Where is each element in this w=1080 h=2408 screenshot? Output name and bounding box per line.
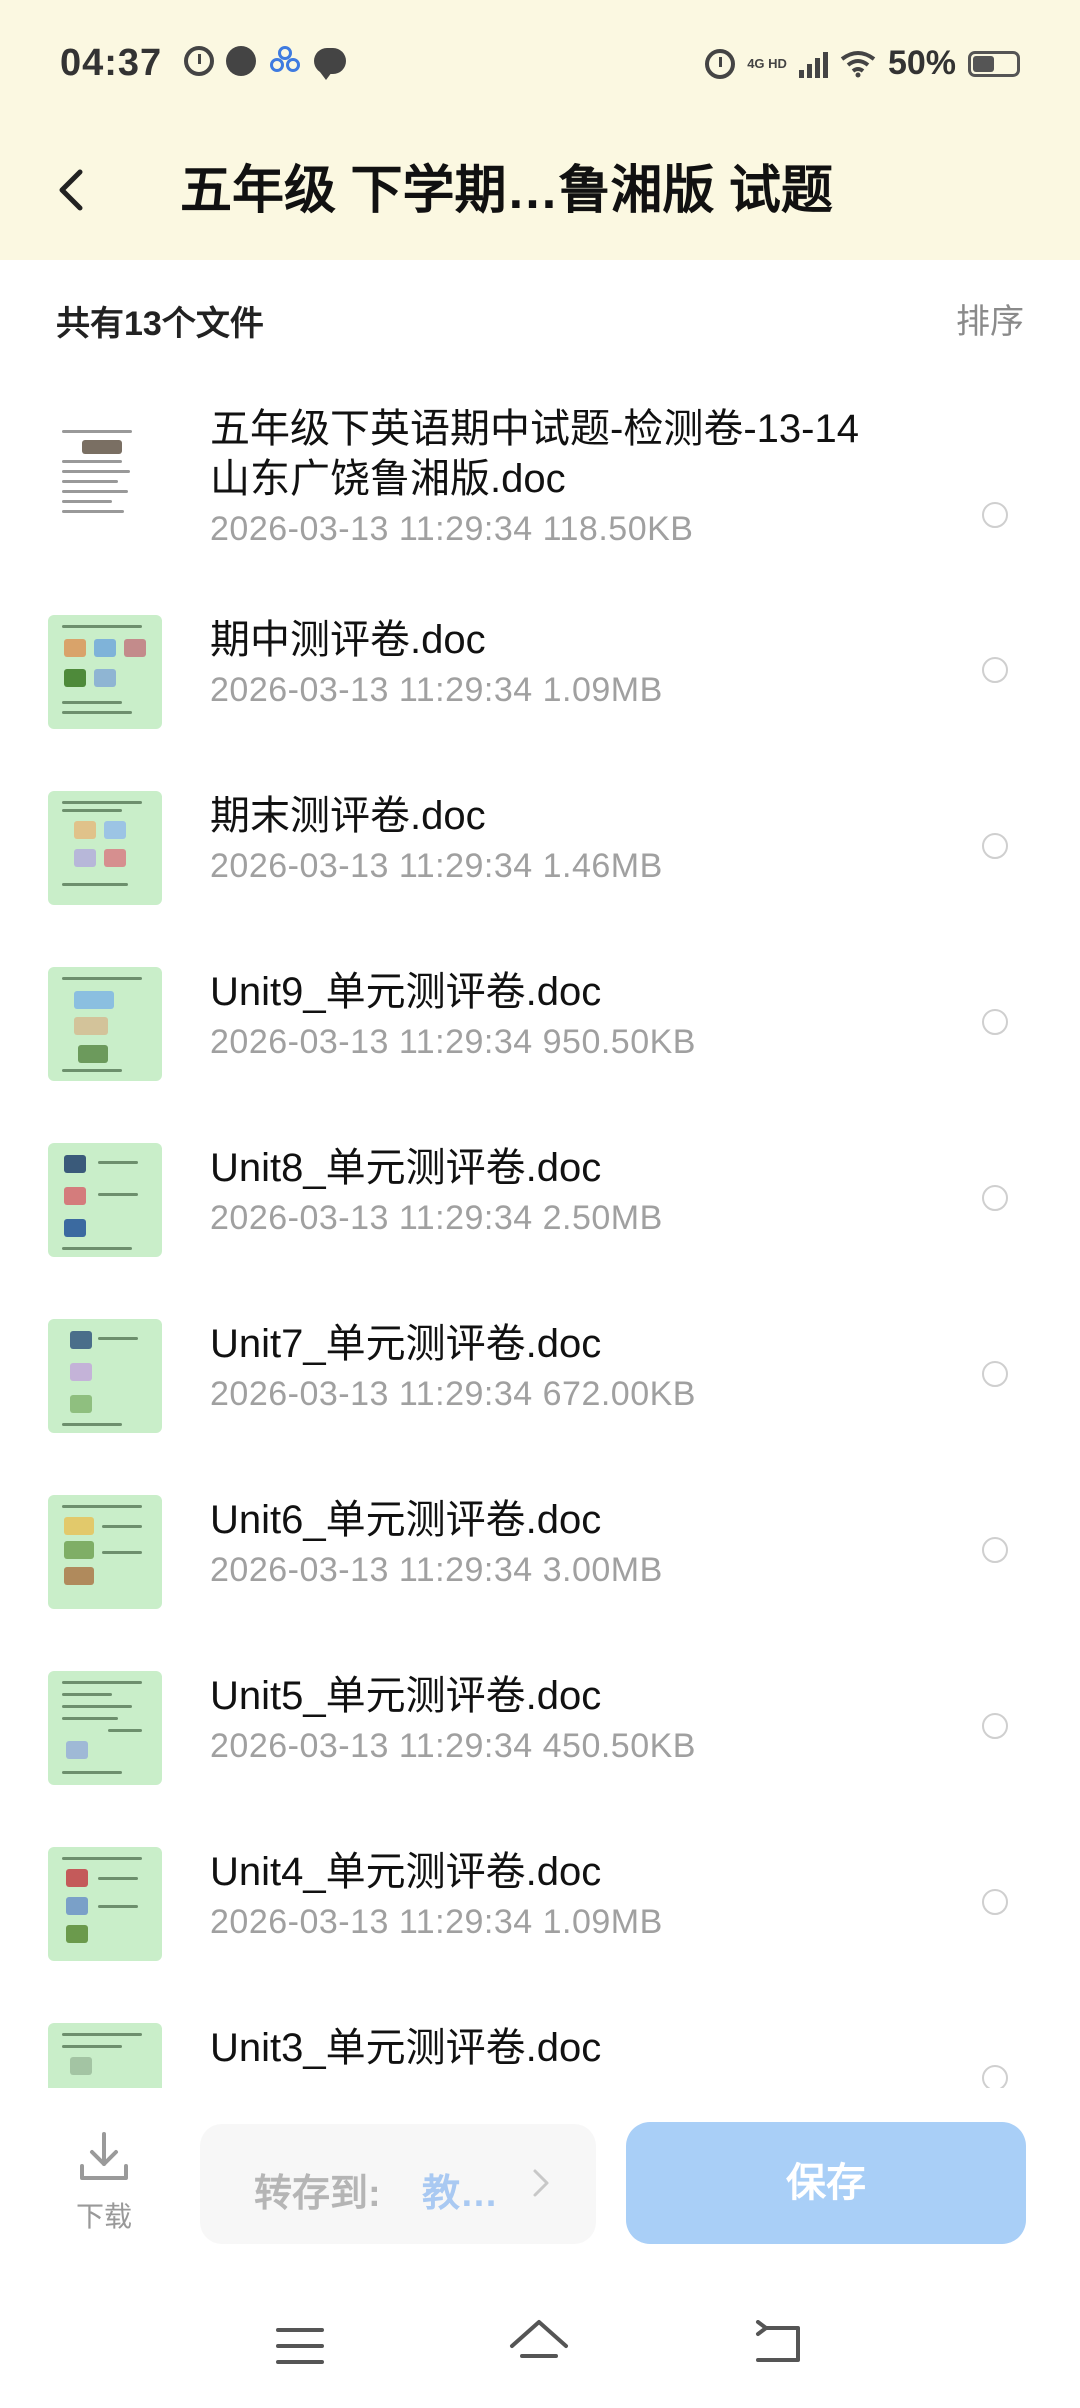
file-list-item[interactable]: 五年级下英语期中试题-检测卷-13-14 山东广饶鲁湘版.doc 2026-03…: [0, 404, 1080, 554]
file-meta: 2026-03-13 11:29:34 1.09MB: [210, 671, 663, 709]
file-name: Unit4_单元测评卷.doc: [210, 1850, 602, 1894]
transfer-target: 教…: [422, 2173, 499, 2215]
file-list-item[interactable]: Unit7_单元测评卷.doc 2026-03-13 11:29:34 672.…: [0, 1319, 1080, 1495]
sort-button[interactable]: 排序: [956, 294, 1024, 343]
select-radio[interactable]: [982, 1185, 1008, 1211]
select-radio[interactable]: [982, 1889, 1008, 1915]
home-icon[interactable]: [508, 2316, 570, 2370]
file-name-continued: 山东广饶鲁湘版.doc: [210, 457, 566, 501]
file-summary-row: 共有13个文件 排序: [0, 260, 1080, 360]
status-right-icons: 4G HD 50%: [705, 44, 1020, 83]
select-radio[interactable]: [982, 502, 1008, 528]
status-time: 04:37: [60, 42, 163, 84]
file-list-item[interactable]: Unit4_单元测评卷.doc 2026-03-13 11:29:34 1.09…: [0, 1847, 1080, 2023]
save-button[interactable]: 保存: [626, 2122, 1026, 2244]
select-radio[interactable]: [982, 1361, 1008, 1387]
document-thumbnail: [48, 1319, 162, 1433]
chevron-left-icon[interactable]: [56, 168, 86, 212]
notification-dot-icon: [226, 46, 256, 76]
file-list-item[interactable]: Unit5_单元测评卷.doc 2026-03-13 11:29:34 450.…: [0, 1671, 1080, 1847]
file-meta: 2026-03-13 11:29:34 950.50KB: [210, 1023, 696, 1061]
status-bar: 04:37 4G HD 50%: [0, 0, 1080, 120]
select-radio[interactable]: [982, 833, 1008, 859]
status-left-icons: [184, 46, 346, 80]
document-thumbnail: [48, 1847, 162, 1961]
select-radio[interactable]: [982, 1713, 1008, 1739]
chat-bubble-icon: [314, 48, 346, 80]
menu-icon[interactable]: [276, 2326, 324, 2366]
document-thumbnail: [48, 615, 162, 729]
file-list-item[interactable]: 期末测评卷.doc 2026-03-13 11:29:34 1.46MB: [0, 791, 1080, 967]
select-radio[interactable]: [982, 2065, 1008, 2088]
document-thumbnail: [48, 1143, 162, 1257]
signal-icon: [798, 50, 828, 78]
network-type-label: 4G HD: [747, 55, 787, 71]
page-title: 五年级 下学期…鲁湘版 试题: [180, 162, 833, 220]
wifi-icon: [840, 50, 876, 77]
file-name: Unit3_单元测评卷.doc: [210, 2026, 602, 2070]
file-name: Unit5_单元测评卷.doc: [210, 1674, 602, 1718]
bottom-action-bar: 下载 转存到: 教… 保存: [0, 2088, 1080, 2278]
transfer-to-button[interactable]: 转存到: 教…: [200, 2124, 596, 2244]
back-icon[interactable]: [752, 2320, 804, 2366]
file-name: Unit6_单元测评卷.doc: [210, 1498, 602, 1542]
download-label: 下载: [75, 2201, 132, 2232]
alarm-icon: [705, 48, 736, 79]
file-meta: 2026-03-13 11:29:34 2.50MB: [210, 1199, 663, 1237]
file-count-label: 共有13个文件: [56, 305, 264, 343]
file-meta: 2026-03-13 11:29:34 672.00KB: [210, 1375, 696, 1413]
page-header: 五年级 下学期…鲁湘版 试题: [0, 120, 1080, 260]
system-nav-bar: [0, 2278, 1080, 2408]
file-list-item[interactable]: Unit9_单元测评卷.doc 2026-03-13 11:29:34 950.…: [0, 967, 1080, 1143]
document-thumbnail: [48, 967, 162, 1081]
file-meta: 2026-03-13 11:29:34 1.09MB: [210, 1903, 663, 1941]
file-list[interactable]: 五年级下英语期中试题-检测卷-13-14 山东广饶鲁湘版.doc 2026-03…: [0, 360, 1080, 2088]
file-list-item[interactable]: Unit6_单元测评卷.doc 2026-03-13 11:29:34 3.00…: [0, 1495, 1080, 1671]
file-name: 期末测评卷.doc: [210, 794, 486, 838]
battery-icon: [968, 50, 1020, 77]
select-radio[interactable]: [982, 1009, 1008, 1035]
file-list-item[interactable]: 期中测评卷.doc 2026-03-13 11:29:34 1.09MB: [0, 615, 1080, 791]
file-name: Unit9_单元测评卷.doc: [210, 970, 602, 1014]
download-icon: [80, 2132, 128, 2180]
file-list-item[interactable]: Unit3_单元测评卷.doc: [0, 2023, 1080, 2088]
file-list-item[interactable]: Unit8_单元测评卷.doc 2026-03-13 11:29:34 2.50…: [0, 1143, 1080, 1319]
file-name: 期中测评卷.doc: [210, 618, 486, 662]
file-meta: 2026-03-13 11:29:34 450.50KB: [210, 1727, 696, 1765]
file-meta: 2026-03-13 11:29:34 1.46MB: [210, 847, 663, 885]
document-thumbnail: [48, 1495, 162, 1609]
document-thumbnail: [48, 416, 162, 530]
select-radio[interactable]: [982, 657, 1008, 683]
document-thumbnail: [48, 2023, 162, 2088]
file-name: Unit8_单元测评卷.doc: [210, 1146, 602, 1190]
alarm-icon: [184, 46, 214, 76]
app-triad-icon: [268, 46, 302, 76]
file-name: 五年级下英语期中试题-检测卷-13-14: [210, 407, 859, 451]
select-radio[interactable]: [982, 1537, 1008, 1563]
file-meta: 2026-03-13 11:29:34 118.50KB: [210, 510, 694, 548]
transfer-label: 转存到:: [254, 2173, 381, 2215]
document-thumbnail: [48, 791, 162, 905]
document-thumbnail: [48, 1671, 162, 1785]
download-button[interactable]: 下载: [64, 2128, 144, 2248]
chevron-right-icon: [533, 2169, 549, 2197]
file-meta: 2026-03-13 11:29:34 3.00MB: [210, 1551, 663, 1589]
battery-percent: 50%: [887, 44, 956, 82]
file-name: Unit7_单元测评卷.doc: [210, 1322, 602, 1366]
